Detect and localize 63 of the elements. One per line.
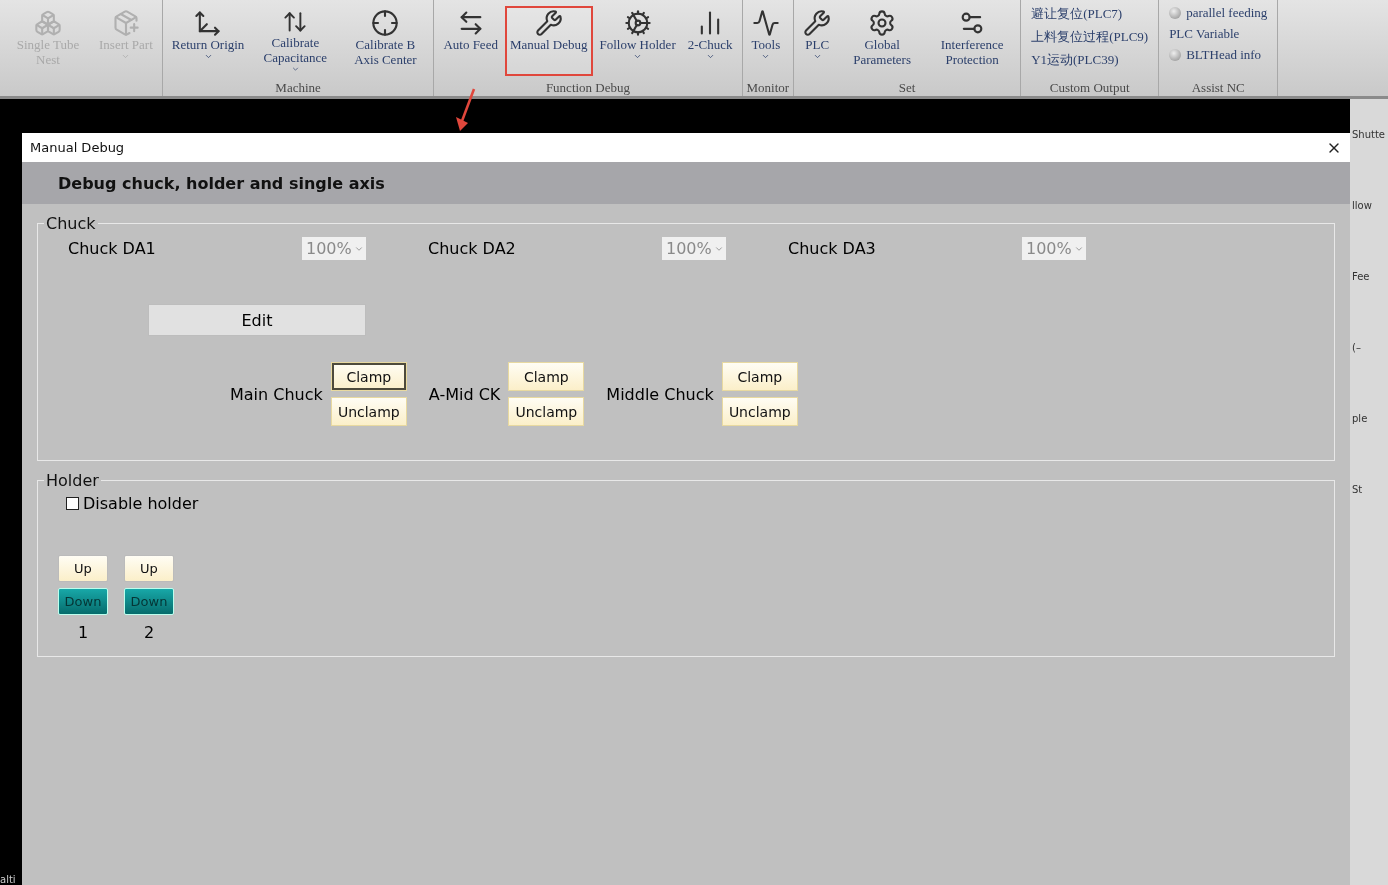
chuck-label: Main Chuck xyxy=(230,384,323,404)
ribbon-link[interactable]: 上料复位过程(PLC9) xyxy=(1031,28,1149,46)
ribbon-button[interactable]: Follow Holder xyxy=(594,6,681,76)
window-title: Manual Debug xyxy=(30,140,125,155)
edit-button[interactable]: Edit xyxy=(148,304,366,336)
up-button[interactable]: Up xyxy=(58,555,108,582)
checkbox-label: Disable holder xyxy=(83,494,199,513)
group-label: Set xyxy=(897,80,917,96)
field-label: Chuck DA3 xyxy=(787,239,877,258)
background-text: Shutte xyxy=(1352,129,1387,140)
ribbon-link[interactable]: 避让复位(PLC7) xyxy=(1031,5,1149,23)
group-label: Assist NC xyxy=(1190,80,1246,96)
up-button[interactable]: Up xyxy=(124,555,174,582)
background-text: ple xyxy=(1352,413,1369,424)
crosshair-icon xyxy=(371,9,400,37)
dialog-header: Debug chuck, holder and single axis xyxy=(22,162,1350,204)
ribbon-button[interactable]: Auto Feed xyxy=(438,6,503,76)
ribbon-button[interactable]: PLC xyxy=(798,6,837,76)
unit-number: 2 xyxy=(143,623,155,642)
unclamp-button[interactable]: Unclamp xyxy=(330,397,407,426)
boxes-icon xyxy=(34,9,62,37)
group-label: Function Debug xyxy=(544,80,631,96)
unit-number: 1 xyxy=(77,623,89,642)
ribbon-link[interactable]: PLC Variable xyxy=(1169,26,1268,42)
ribbon-button[interactable]: Manual Debug xyxy=(504,6,593,76)
clamp-button[interactable]: Clamp xyxy=(330,362,407,391)
group-legend: Holder xyxy=(44,471,101,490)
ribbon-button[interactable]: Return Origin xyxy=(166,6,250,76)
ribbon-button[interactable]: Interference Protection xyxy=(928,6,1017,76)
ribbon-link[interactable]: Y1运动(PLC39) xyxy=(1031,51,1149,69)
ribbon-button[interactable]: Calibrate Capacitance xyxy=(251,6,340,76)
ribbon-button[interactable]: Global Parameters xyxy=(838,6,927,76)
status-led-icon xyxy=(1169,49,1182,61)
ribbon-button[interactable]: Tools xyxy=(746,6,786,76)
group-legend: Chuck xyxy=(44,214,98,233)
status-led-icon xyxy=(1169,7,1182,19)
background-text: alti xyxy=(0,874,17,885)
ribbon-button[interactable]: Calibrate B Axis Center xyxy=(341,6,430,76)
chuck-label: A-Mid CK xyxy=(428,384,501,404)
background-text: llow xyxy=(1352,200,1373,211)
unclamp-button[interactable]: Unclamp xyxy=(508,397,585,426)
box-plus-icon xyxy=(111,9,140,37)
wrench-icon xyxy=(803,9,832,37)
checkbox[interactable] xyxy=(66,497,79,510)
clamp-button[interactable]: Clamp xyxy=(508,362,585,391)
field-label: Chuck DA2 xyxy=(427,239,517,258)
background-text: Fee xyxy=(1352,271,1371,282)
gear-icon xyxy=(623,9,652,37)
ribbon-link[interactable]: parallel feeding xyxy=(1186,5,1268,21)
ribbon-link[interactable]: BLTHead info xyxy=(1186,47,1262,63)
wrench-icon xyxy=(534,9,563,37)
unclamp-button[interactable]: Unclamp xyxy=(721,397,798,426)
group-label: Custom Output xyxy=(1048,80,1131,96)
ribbon-button[interactable]: 2-Chuck xyxy=(682,6,738,76)
gear-icon xyxy=(868,9,897,37)
background-text: St xyxy=(1352,484,1364,495)
clamp-button[interactable]: Clamp xyxy=(721,362,798,391)
background-text: (– xyxy=(1352,342,1362,353)
field-label: Chuck DA1 xyxy=(67,239,157,258)
pulse-chart-icon xyxy=(751,9,780,37)
group-label: Monitor xyxy=(746,80,790,96)
group-label: Machine xyxy=(274,80,322,96)
chuck-label: Middle Chuck xyxy=(606,384,714,404)
